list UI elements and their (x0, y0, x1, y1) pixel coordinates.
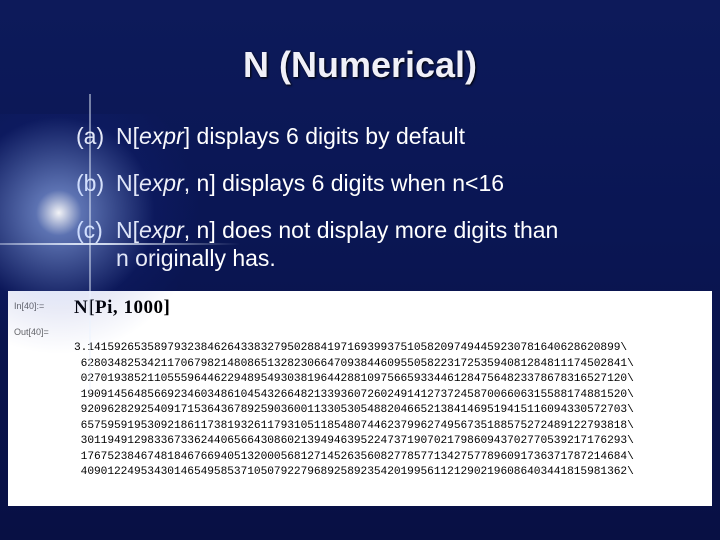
bullet-c-expr: expr (139, 217, 184, 243)
bullet-b-pre: N[ (116, 170, 139, 196)
output-cell-value: 3.14159265358979323846264338327950288419… (74, 323, 634, 496)
mathematica-notebook: In[40]:= N[Pi, 1000] Out[40]= 3.14159265… (8, 291, 712, 506)
input-cell-code: N[Pi, 1000] (74, 297, 170, 319)
out-line-8: 4090122495343014654958537105079227968925… (74, 466, 634, 478)
bullet-b-post: , n] displays 6 digits when n<16 (184, 170, 504, 196)
out-line-5: 6575959195309218611738193261179310511854… (74, 420, 634, 432)
bullet-c: (c)N[expr, n] does not display more digi… (76, 216, 666, 274)
code-fn: N[Pi, (74, 297, 123, 318)
bullet-a: (a)N[expr] displays 6 digits by default (76, 122, 666, 151)
bullet-c-label: (c) (76, 216, 116, 245)
out-line-2: 0270193852110555964462294895493038196442… (74, 373, 634, 385)
bullet-b-expr: expr (139, 170, 184, 196)
slide-title: N (Numerical) (0, 44, 720, 86)
code-close: ] (163, 297, 170, 318)
bullet-a-pre: N[ (116, 123, 139, 149)
bullet-a-expr: expr (139, 123, 184, 149)
bullet-a-label: (a) (76, 122, 116, 151)
bullet-c-post: , n] does not display more digits than (184, 217, 559, 243)
out-line-3: 1909145648566923460348610454326648213393… (74, 389, 634, 401)
slide-body: (a)N[expr] displays 6 digits by default … (76, 122, 666, 273)
out-line-7: 1767523846748184676694051320005681271452… (74, 451, 634, 463)
input-cell-label: In[40]:= (14, 297, 74, 311)
bullet-c-pre: N[ (116, 217, 139, 243)
out-line-0: 3.14159265358979323846264338327950288419… (74, 342, 627, 354)
out-line-4: 9209628292540917153643678925903600113305… (74, 404, 634, 416)
bullet-b-label: (b) (76, 169, 116, 198)
out-line-1: 6280348253421170679821480865132823066470… (74, 358, 634, 370)
out-line-6: 3011949129833673362440656643086021394946… (74, 435, 634, 447)
bullet-c-cont: n originally has. (76, 244, 666, 273)
output-cell-label: Out[40]= (14, 323, 74, 337)
bullet-b: (b)N[expr, n] displays 6 digits when n<1… (76, 169, 666, 198)
bullet-a-post: ] displays 6 digits by default (184, 123, 465, 149)
code-arg-n: 1000 (123, 297, 163, 318)
